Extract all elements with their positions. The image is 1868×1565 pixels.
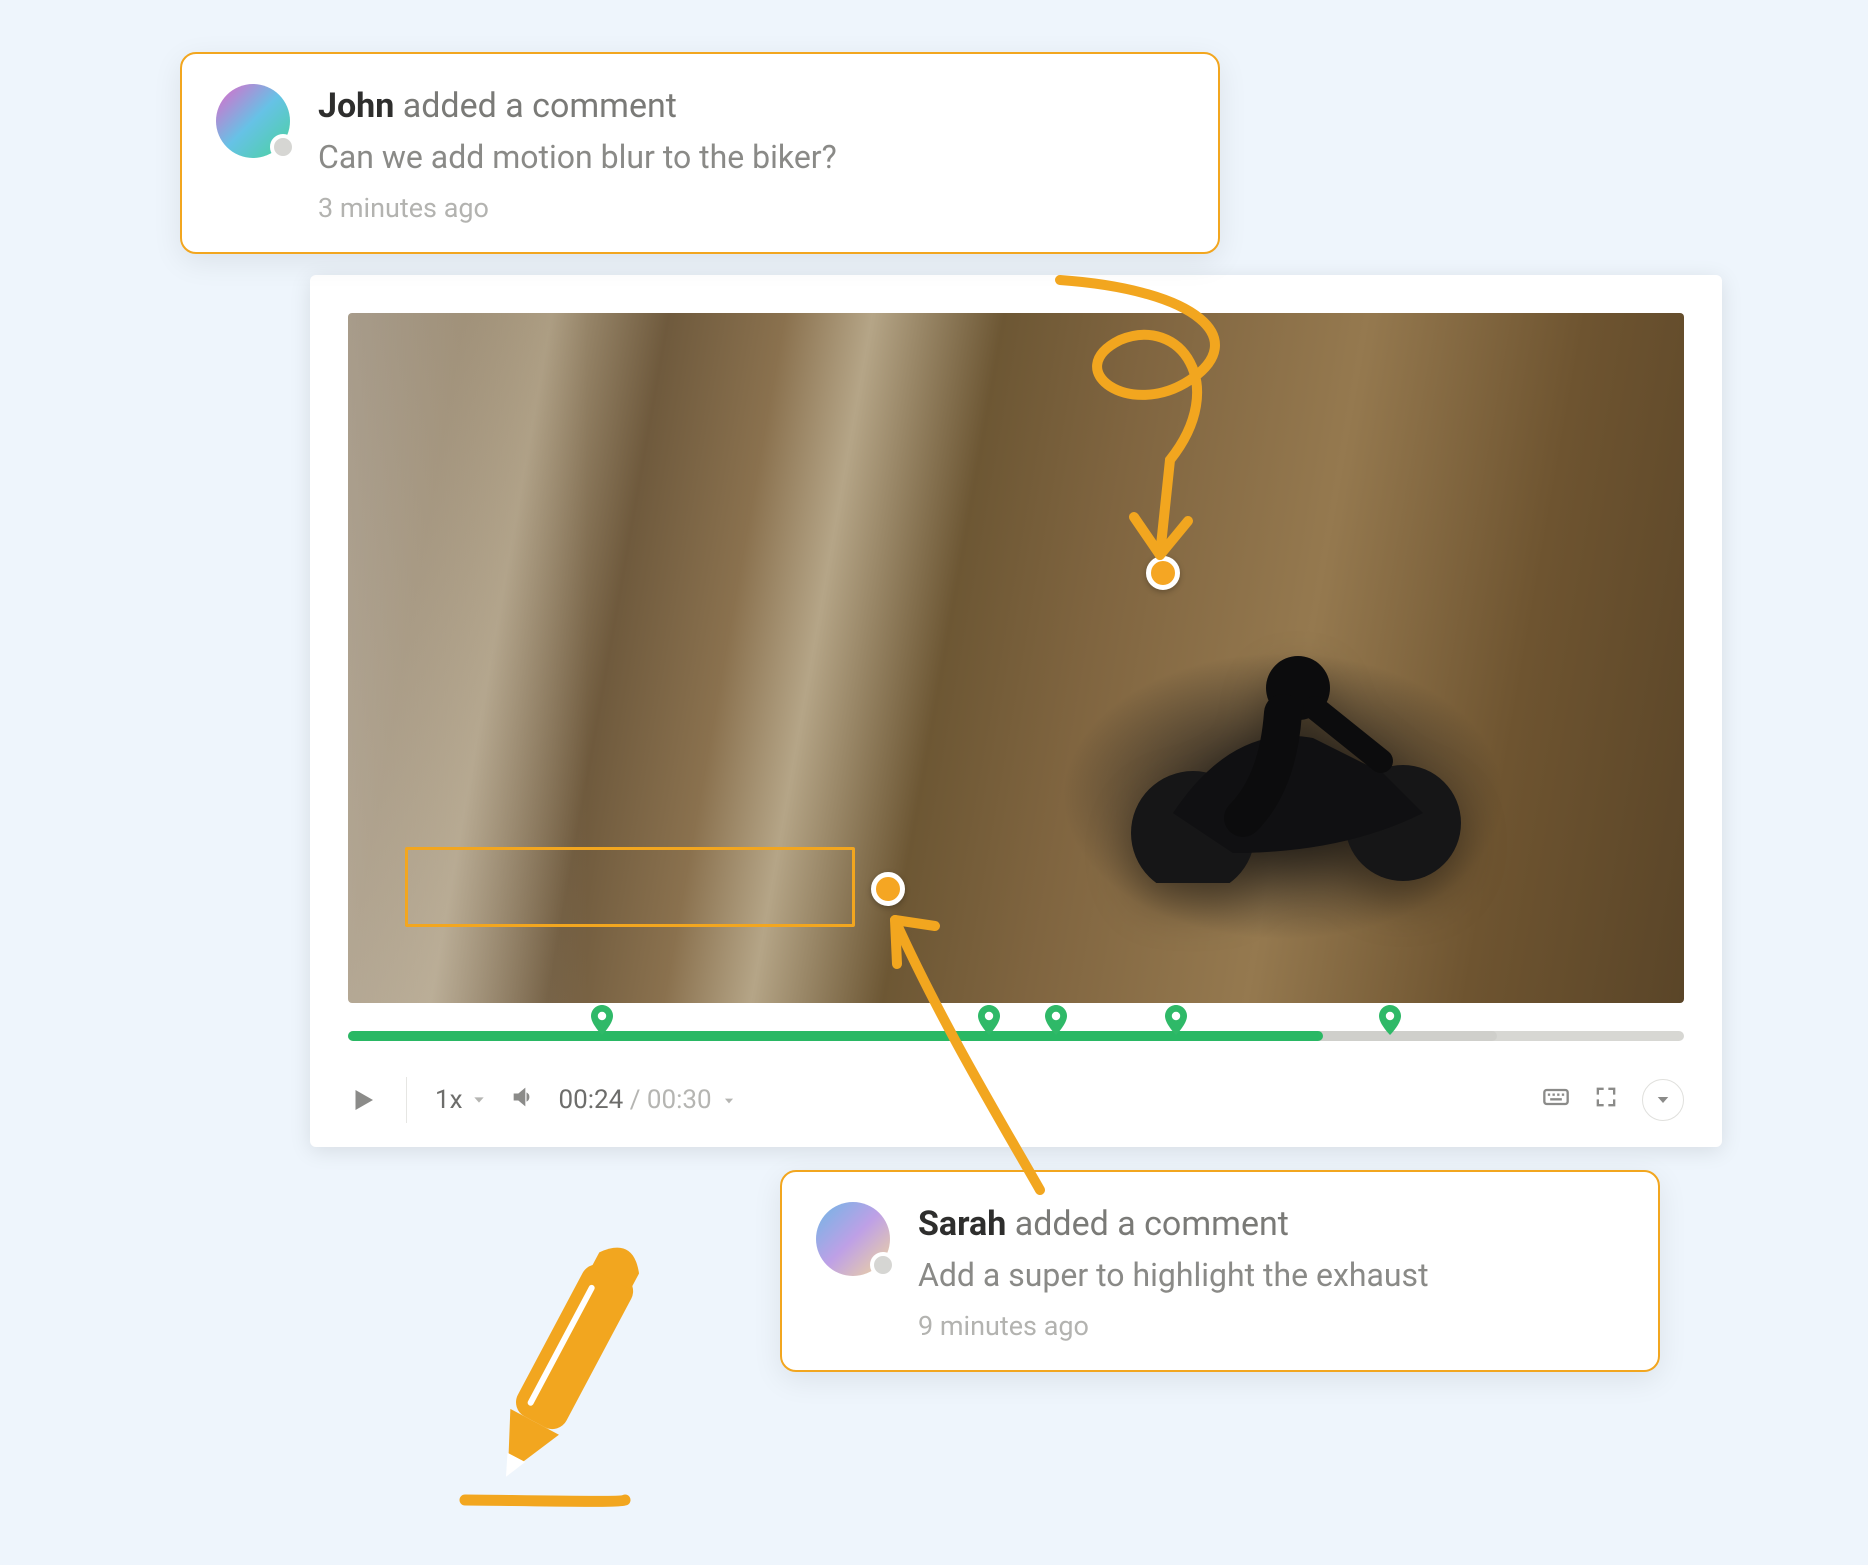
status-indicator (870, 1252, 896, 1278)
keyboard-shortcuts-button[interactable] (1542, 1083, 1570, 1117)
avatar (816, 1202, 890, 1276)
comment-text: Can we add motion blur to the biker? (318, 138, 837, 176)
time-separator: / (630, 1085, 647, 1115)
comment-card-sarah[interactable]: Sarah added a comment Add a super to hig… (780, 1170, 1660, 1372)
timeline-comment-pin[interactable] (1164, 1005, 1188, 1035)
play-button[interactable] (348, 1085, 378, 1115)
divider (406, 1077, 407, 1123)
video-frame[interactable] (348, 313, 1684, 1003)
player-controls: 1x 00:24 / 00:30 (348, 1077, 1684, 1123)
annotation-marker-bottom[interactable] (871, 872, 905, 906)
duration: 00:30 (647, 1085, 712, 1115)
comment-author: John (318, 86, 394, 126)
volume-button[interactable] (509, 1083, 537, 1117)
timeline-comment-pin[interactable] (1378, 1005, 1402, 1035)
current-time: 00:24 (559, 1085, 624, 1115)
annotation-marker-top[interactable] (1146, 556, 1180, 590)
comment-header: Sarah added a comment (918, 1202, 1429, 1246)
timecode[interactable]: 00:24 / 00:30 (559, 1085, 737, 1115)
chevron-down-icon (722, 1094, 736, 1108)
comment-card-john[interactable]: John added a comment Can we add motion b… (180, 52, 1220, 254)
more-options-button[interactable] (1642, 1079, 1684, 1121)
playback-speed-label: 1x (435, 1085, 463, 1115)
avatar (216, 84, 290, 158)
annotation-rectangle[interactable] (405, 847, 855, 927)
video-timeline[interactable] (348, 1031, 1684, 1041)
playback-speed-dropdown[interactable]: 1x (435, 1085, 487, 1115)
comment-author: Sarah (918, 1204, 1006, 1244)
comment-timestamp: 3 minutes ago (318, 192, 837, 224)
comment-action: added a comment (1015, 1204, 1289, 1244)
video-content-illustration (1083, 603, 1483, 883)
timeline-comment-pin[interactable] (1044, 1005, 1068, 1035)
fullscreen-button[interactable] (1592, 1083, 1620, 1117)
video-review-card: 1x 00:24 / 00:30 (310, 275, 1722, 1147)
comment-text: Add a super to highlight the exhaust (918, 1256, 1429, 1294)
chevron-down-icon (1654, 1091, 1672, 1109)
comment-action: added a comment (403, 86, 677, 126)
timeline-comment-pin[interactable] (590, 1005, 614, 1035)
status-indicator (270, 134, 296, 160)
comment-header: John added a comment (318, 84, 837, 128)
chevron-down-icon (471, 1092, 487, 1108)
comment-timestamp: 9 minutes ago (918, 1310, 1429, 1342)
timeline-comment-pin[interactable] (977, 1005, 1001, 1035)
scribble-pencil-icon (440, 1200, 700, 1520)
